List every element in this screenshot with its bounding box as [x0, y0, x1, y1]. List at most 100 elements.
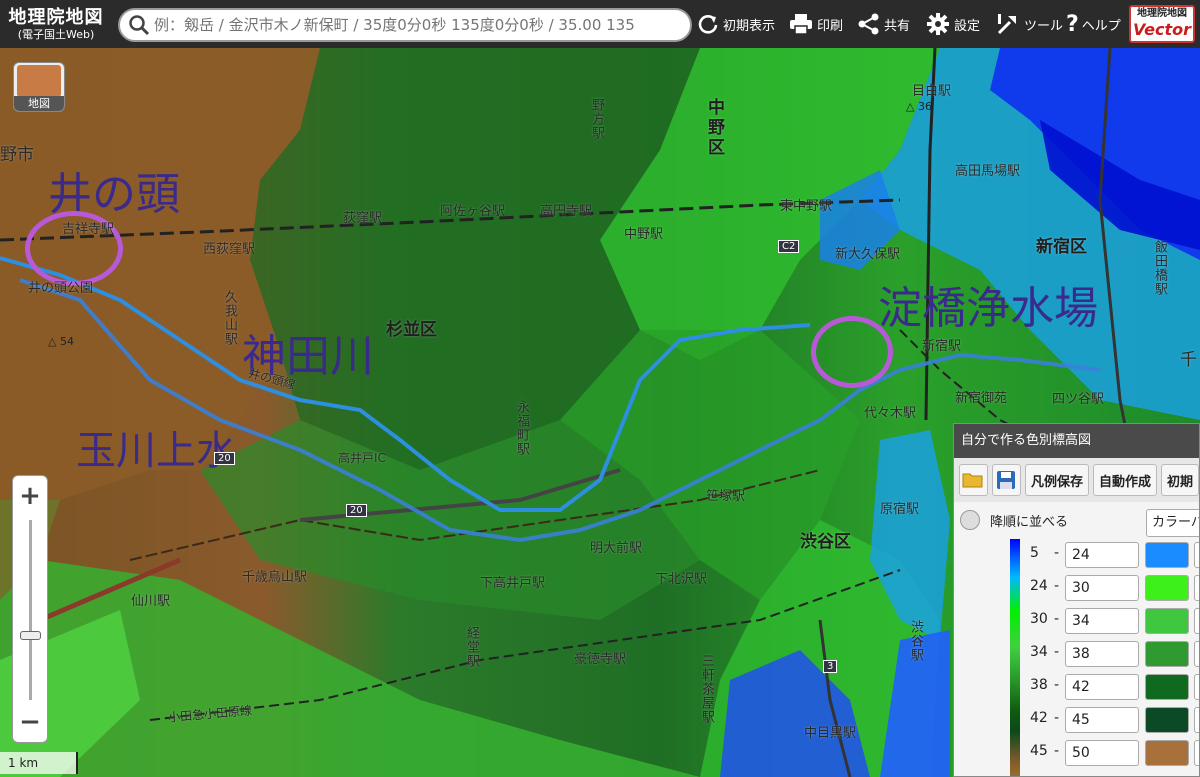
- sort-desc-radio[interactable]: [960, 510, 980, 530]
- zoom-slider-track[interactable]: [20, 520, 41, 700]
- row-extra-button[interactable]: [1194, 542, 1199, 568]
- row-extra-button[interactable]: [1194, 641, 1199, 667]
- ward-suginami: 杉並区: [386, 320, 437, 340]
- help-icon: ?: [1066, 11, 1079, 37]
- row-extra-button[interactable]: [1194, 674, 1199, 700]
- basemap-label: 地図: [14, 96, 64, 111]
- help-label: ヘルプ: [1081, 18, 1121, 34]
- station-chitosekarasuyama: 千歳烏山駅: [242, 570, 308, 585]
- elevation-from: 38: [1030, 677, 1048, 693]
- elevation-to-input[interactable]: 34: [1065, 608, 1139, 634]
- station-gotokuji: 豪徳寺駅: [574, 652, 627, 667]
- color-swatch-button[interactable]: [1145, 674, 1189, 700]
- share-button[interactable]: 共有: [858, 0, 910, 48]
- station-higashinakano: 東中野駅: [780, 199, 833, 214]
- elevation-row: 34-38: [954, 638, 1199, 671]
- station-iidabashi: 飯田橋駅: [1152, 240, 1167, 296]
- save-file-button[interactable]: [991, 464, 1021, 496]
- tools-button[interactable]: ツール: [996, 0, 1063, 48]
- search-box[interactable]: [118, 8, 692, 42]
- row-extra-button[interactable]: [1194, 575, 1199, 601]
- station-eifukucho: 永福町駅: [514, 400, 529, 456]
- elevation-to-input[interactable]: 30: [1065, 575, 1139, 601]
- station-shibuya: 渋谷駅: [908, 620, 923, 662]
- range-dash: -: [1054, 644, 1060, 660]
- elevation-row: 38-42: [954, 671, 1199, 704]
- route-shield-3: 3: [823, 660, 838, 673]
- print-label: 印刷: [817, 18, 844, 34]
- settings-button[interactable]: 設定: [926, 0, 980, 48]
- station-shinjuku: 新宿駅: [922, 339, 962, 354]
- elevation-to-input[interactable]: 24: [1065, 542, 1139, 568]
- place-partial-east: 千: [1180, 350, 1197, 370]
- vector-logo[interactable]: 地理院地図 Vector: [1129, 5, 1195, 43]
- search-icon[interactable]: [124, 10, 154, 40]
- elevation-row: 24-30: [954, 572, 1199, 605]
- station-nishiogikubo: 西荻窪駅: [203, 242, 256, 257]
- share-icon: [858, 13, 879, 35]
- row-extra-button[interactable]: [1194, 740, 1199, 766]
- station-shinokubo: 新大久保駅: [835, 247, 901, 262]
- range-dash: -: [1054, 710, 1060, 726]
- annotation-yodobashi-plant: 淀橋浄水場: [878, 283, 1098, 334]
- station-kugayama: 久我山駅: [222, 290, 237, 346]
- route-shield-20b: 20: [346, 504, 367, 517]
- folder-icon: [962, 473, 983, 488]
- color-swatch-button[interactable]: [1145, 740, 1189, 766]
- basemap-switch-button[interactable]: 地図: [13, 62, 65, 112]
- reset-view-button[interactable]: 初期表示: [697, 0, 775, 48]
- row-extra-button[interactable]: [1194, 707, 1199, 733]
- auto-create-button[interactable]: 自動作成: [1092, 464, 1157, 496]
- station-kyodo: 経堂駅: [464, 626, 479, 668]
- elevation-point-54: △ 54: [48, 335, 74, 348]
- color-swatch-button[interactable]: [1145, 707, 1189, 733]
- elevation-from: 5: [1030, 545, 1039, 561]
- station-ogikubo: 荻窪駅: [343, 211, 383, 226]
- sort-option[interactable]: 降順に並べる カラーバ: [954, 502, 1199, 538]
- ward-nakano: 中野区: [704, 98, 724, 158]
- station-mejiro: 目白駅: [912, 84, 952, 99]
- color-swatch-button[interactable]: [1145, 608, 1189, 634]
- row-extra-button[interactable]: [1194, 608, 1199, 634]
- elevation-to-input[interactable]: 42: [1065, 674, 1139, 700]
- station-sengawa: 仙川駅: [131, 594, 171, 609]
- station-shimokitazawa: 下北沢駅: [655, 572, 708, 587]
- top-header: 地理院地図 (電子国土Web) 初期表示 印刷 共有 設定 ツール ? ヘルプ …: [0, 0, 1200, 48]
- station-meidaimae: 明大前駅: [590, 541, 643, 556]
- printer-icon: [790, 14, 812, 35]
- zoom-slider-handle[interactable]: [20, 631, 41, 640]
- station-takadanobaba: 高田馬場駅: [955, 164, 1021, 179]
- station-yoyogi: 代々木駅: [864, 406, 917, 421]
- settings-label: 設定: [954, 18, 981, 34]
- print-button[interactable]: 印刷: [789, 0, 843, 48]
- ward-shinjuku: 新宿区: [1036, 237, 1087, 257]
- elevation-to-input[interactable]: 45: [1065, 707, 1139, 733]
- color-swatch-button[interactable]: [1145, 575, 1189, 601]
- zoom-in-button[interactable]: +: [13, 478, 47, 514]
- elevation-row: 30-34: [954, 605, 1199, 638]
- station-kichijoji: 吉祥寺駅: [62, 222, 115, 237]
- station-yotsuya: 四ツ谷駅: [1052, 392, 1105, 407]
- elevation-to-input[interactable]: 38: [1065, 641, 1139, 667]
- initialize-button[interactable]: 初期: [1160, 464, 1199, 496]
- color-swatch-button[interactable]: [1145, 542, 1189, 568]
- open-file-button[interactable]: [959, 464, 988, 496]
- color-mode-select[interactable]: カラーバ: [1146, 509, 1199, 537]
- zoom-out-button[interactable]: −: [13, 704, 47, 740]
- color-swatch-button[interactable]: [1145, 641, 1189, 667]
- search-input[interactable]: [154, 16, 684, 34]
- gear-icon: [927, 13, 949, 35]
- range-dash: -: [1054, 611, 1060, 627]
- elevation-row: 42-45: [954, 704, 1199, 737]
- save-legend-button[interactable]: 凡例保存: [1024, 464, 1089, 496]
- panel-title: 自分で作る色別標高図: [954, 424, 1199, 458]
- elevation-from: 42: [1030, 710, 1048, 726]
- station-sasazuka: 笹塚駅: [706, 489, 746, 504]
- logo-subtitle: (電子国土Web): [17, 27, 95, 41]
- elevation-to-input[interactable]: 50: [1065, 740, 1139, 766]
- share-label: 共有: [884, 18, 911, 34]
- help-button[interactable]: ? ヘルプ: [1066, 0, 1121, 48]
- gsi-logo[interactable]: 地理院地図 (電子国土Web): [0, 0, 112, 48]
- station-harajuku: 原宿駅: [880, 502, 920, 517]
- highlight-circle-yodobashi: [811, 316, 893, 388]
